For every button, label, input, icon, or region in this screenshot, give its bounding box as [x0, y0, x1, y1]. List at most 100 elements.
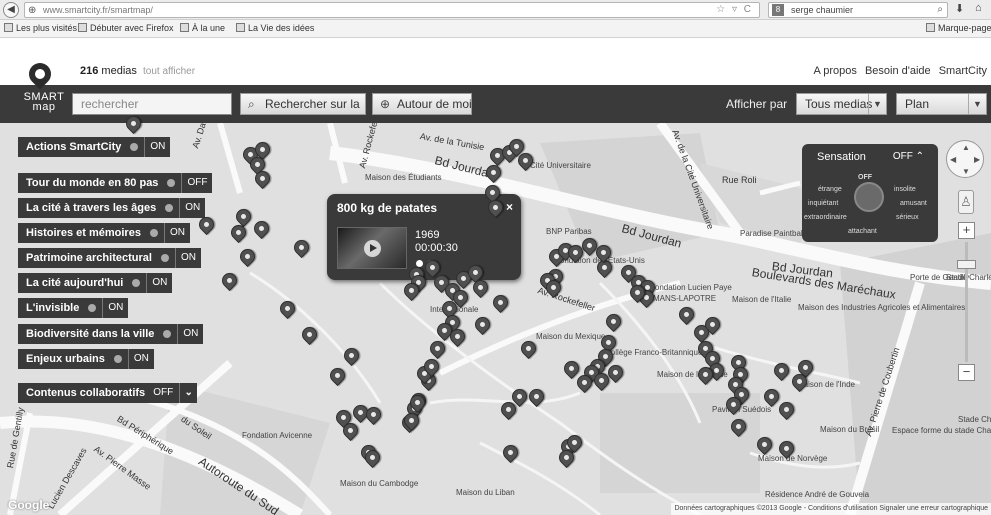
sensation-option[interactable]: inquiétant: [808, 200, 838, 207]
layer-toggle[interactable]: Enjeux urbains ON: [18, 349, 154, 369]
bookmark-item[interactable]: La Vie des idées: [236, 23, 314, 33]
sensation-option[interactable]: insolite: [894, 186, 916, 193]
layer-state: OFF: [181, 173, 212, 193]
layer-toggle[interactable]: La cité à travers les âges ON: [18, 198, 206, 218]
feed-icon: [236, 23, 245, 32]
header-links: A propos Besoin d'aide SmartCity: [808, 65, 987, 77]
poi-label: Paradise Paintball: [740, 229, 805, 238]
url-text: www.smartcity.fr/smartmap/: [43, 5, 153, 15]
layer-state: ON: [174, 248, 201, 268]
poi-label: Fondation Lucien Paye: [650, 283, 732, 292]
play-icon[interactable]: [364, 240, 381, 257]
pan-down-icon[interactable]: ▼: [962, 167, 970, 176]
toggle-dot-icon: [130, 143, 139, 151]
search-icon[interactable]: ⌕: [937, 3, 943, 17]
media-filter-select[interactable]: Tous medias ▼: [796, 93, 887, 115]
site-header: 216 medias tout afficher A propos Besoin…: [0, 38, 991, 85]
bookmark-item[interactable]: À la une: [180, 23, 225, 33]
pan-right-icon[interactable]: ▶: [974, 155, 980, 164]
layer-toggle[interactable]: Biodiversité dans la ville ON: [18, 324, 204, 344]
map-attribution[interactable]: Données cartographiques ©2013 Google - C…: [671, 503, 991, 515]
sensation-option[interactable]: étrange: [818, 186, 842, 193]
map-view-select[interactable]: Plan ▼: [896, 93, 987, 115]
sensation-toggle[interactable]: OFF ⌃: [893, 151, 924, 162]
toggle-dot-icon: [149, 229, 158, 237]
zoom-in-button[interactable]: +: [958, 222, 975, 239]
sensation-center: OFF: [858, 174, 872, 181]
poi-label: Maison du Cambodge: [340, 479, 419, 488]
google-logo: Google: [8, 498, 50, 512]
chevron-down-icon: ⌄: [179, 383, 197, 403]
layer-state: ON: [102, 298, 128, 318]
sensation-title: Sensation: [817, 151, 866, 163]
zoom-out-button[interactable]: −: [958, 364, 975, 381]
poi-label: Cité Universitaire: [530, 161, 591, 170]
layer-state: ON: [127, 349, 154, 369]
smartmap-logo[interactable]: SMART map: [20, 92, 68, 113]
help-link[interactable]: Besoin d'aide: [865, 65, 931, 77]
pan-control[interactable]: ▲ ◀ ▶ ▼: [946, 140, 984, 178]
bookmark-star-icon[interactable]: ☆ ▿ C: [716, 3, 753, 17]
poi-label: Collège Franco-Britannique: [605, 348, 703, 357]
sensation-panel: Sensation OFF ⌃ OFF étrange insolite inq…: [802, 144, 938, 242]
layer-toggle[interactable]: La cité aujourd'hui ON: [18, 273, 173, 293]
layer-state: ON: [179, 198, 205, 218]
video-thumbnail[interactable]: [337, 227, 407, 269]
poi-label: Maison du Liban: [456, 488, 515, 497]
poi-label: Pavillon Suédois: [712, 405, 772, 414]
sensation-option[interactable]: extraordinaire: [804, 214, 847, 221]
toggle-dot-icon: [88, 304, 97, 312]
browser-toolbar: ◀ ⊕ www.smartcity.fr/smartmap/ ☆ ▿ C 8 s…: [0, 0, 991, 20]
layer-state: ON: [163, 223, 190, 243]
search-engine-icon[interactable]: 8: [772, 4, 784, 16]
toggle-dot-icon: [160, 254, 169, 262]
sensation-option[interactable]: amusant: [900, 200, 927, 207]
poi-label: Maison de Norvège: [758, 454, 828, 463]
poi-label: Stade Charléty: [958, 415, 991, 424]
popup-title: 800 kg de patates: [337, 201, 438, 215]
show-all-link[interactable]: tout afficher: [143, 66, 195, 77]
url-bar[interactable]: ⊕ www.smartcity.fr/smartmap/ ☆ ▿ C: [24, 2, 760, 18]
poi-label: Maison des Étudiants: [365, 173, 442, 182]
back-icon[interactable]: ◀: [3, 2, 19, 18]
layer-toggle[interactable]: Histoires et mémoires ON: [18, 223, 190, 243]
popup-year: 1969: [415, 229, 440, 241]
target-icon: ⊕: [380, 97, 391, 111]
layer-toggle[interactable]: Tour du monde en 80 pas OFF: [18, 173, 213, 193]
bookmark-item[interactable]: Les plus visités: [4, 23, 77, 33]
bookmark-item[interactable]: Débuter avec Firefox: [78, 23, 174, 33]
layer-toggle[interactable]: Actions SmartCity ON: [18, 137, 171, 157]
browser-search-input[interactable]: 8 serge chaumier ⌕: [768, 2, 948, 18]
poi-label: Résidence André de Gouveia: [765, 490, 870, 499]
poi-label: Fondation Avicenne: [242, 431, 313, 440]
home-icon[interactable]: ⌂: [975, 2, 982, 14]
smartmap-page: ◀ ⊕ www.smartcity.fr/smartmap/ ☆ ▿ C 8 s…: [0, 0, 991, 515]
bookmarks-menu[interactable]: Marque-page: [926, 23, 991, 33]
close-icon[interactable]: ×: [506, 200, 513, 214]
bookmarks-menu-icon: [926, 23, 935, 32]
collab-layer-toggle[interactable]: Contenus collaboratifs OFF ⌄: [18, 383, 198, 403]
toggle-dot-icon: [163, 330, 172, 338]
pan-left-icon[interactable]: ◀: [950, 155, 956, 164]
search-button[interactable]: ⌕ Rechercher sur la: [240, 93, 366, 115]
zoom-slider-handle[interactable]: [957, 260, 976, 269]
smartcity-link[interactable]: SmartCity: [939, 65, 987, 77]
pan-up-icon[interactable]: ▲: [962, 143, 970, 152]
about-link[interactable]: A propos: [813, 65, 856, 77]
pegman-icon[interactable]: ♙: [958, 190, 974, 214]
layer-toggle[interactable]: Patrimoine architectural ON: [18, 248, 201, 268]
layer-toggle[interactable]: L'invisible ON: [18, 298, 129, 318]
poi-label: Espace forme du stade Charléty: [892, 426, 991, 435]
sensation-option[interactable]: attachant: [848, 228, 877, 235]
poi-label: Maison du Mexique: [536, 332, 606, 341]
popup-duration: 00:00:30: [415, 242, 458, 254]
sensation-option[interactable]: sérieux: [896, 214, 919, 221]
map-search-input[interactable]: rechercher: [72, 93, 232, 115]
around-me-button[interactable]: ⊕ Autour de moi: [372, 93, 472, 115]
chevron-down-icon: ▼: [968, 94, 986, 114]
poi-label: MANS-LAPOTRE: [653, 294, 717, 303]
media-count: 216 medias: [80, 65, 137, 77]
display-by-label: Afficher par: [726, 97, 788, 111]
download-icon[interactable]: ⬇: [955, 2, 964, 15]
sensation-dial[interactable]: [854, 182, 884, 212]
